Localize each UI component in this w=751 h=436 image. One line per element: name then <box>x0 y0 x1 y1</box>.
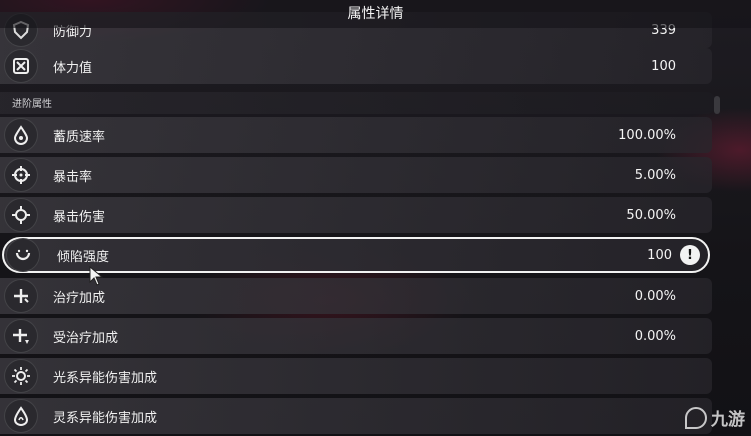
watermark-text: 九游 <box>711 410 745 430</box>
attr-value: 100 <box>651 58 676 74</box>
attr-row-healing-bonus[interactable]: 治疗加成 0.00% <box>0 278 712 314</box>
watermark-logo-icon <box>685 406 707 429</box>
info-icon[interactable]: ! <box>680 245 700 265</box>
attr-row-spirit-damage[interactable]: 灵系异能伤害加成 <box>0 398 712 434</box>
attr-row-crit-damage[interactable]: 暴击伤害 50.00% <box>0 197 712 233</box>
crit-damage-icon <box>4 198 38 232</box>
attr-label: 治疗加成 <box>53 290 106 306</box>
scrollbar[interactable] <box>714 96 720 114</box>
heal-received-icon <box>4 319 38 353</box>
attr-label: 暴击伤害 <box>53 209 106 225</box>
attr-label: 受治疗加成 <box>53 330 119 346</box>
attr-value: 100 <box>647 247 672 263</box>
attr-value: 5.00% <box>634 167 676 183</box>
energy-drop-icon <box>4 118 38 152</box>
attr-row-light-damage[interactable]: 光系异能伤害加成 <box>0 358 712 394</box>
attr-label: 灵系异能伤害加成 <box>53 410 158 426</box>
watermark: 九游 <box>685 405 745 430</box>
light-element-icon <box>4 359 38 393</box>
attr-row-break-intensity[interactable]: 倾陷强度 100 ! <box>2 237 710 273</box>
attr-row-crit-rate[interactable]: 暴击率 5.00% <box>0 157 712 193</box>
attr-row-energy-rate[interactable]: 蓄质速率 100.00% <box>0 117 712 153</box>
attr-value: 50.00% <box>626 207 676 223</box>
crosshair-icon <box>4 158 38 192</box>
section-header-advanced: 进阶属性 <box>0 92 716 114</box>
attr-row-healing-received[interactable]: 受治疗加成 0.00% <box>0 318 712 354</box>
attr-label: 暴击率 <box>53 169 93 185</box>
attr-label: 倾陷强度 <box>57 249 110 265</box>
mouse-cursor-icon <box>89 266 104 286</box>
stamina-icon <box>4 49 38 83</box>
attr-row-stamina[interactable]: 体力值 100 <box>0 48 712 84</box>
attr-value: 0.00% <box>634 288 676 304</box>
heal-plus-icon <box>4 279 38 313</box>
attr-label: 体力值 <box>53 60 93 76</box>
attr-label: 光系异能伤害加成 <box>53 370 158 386</box>
section-label: 进阶属性 <box>12 99 52 110</box>
attr-value: 100.00% <box>618 127 676 143</box>
attr-label: 蓄质速率 <box>53 129 106 145</box>
page-title: 属性详情 <box>0 0 751 28</box>
spirit-element-icon <box>4 399 38 433</box>
break-icon <box>6 238 40 272</box>
attr-value: 0.00% <box>634 328 676 344</box>
